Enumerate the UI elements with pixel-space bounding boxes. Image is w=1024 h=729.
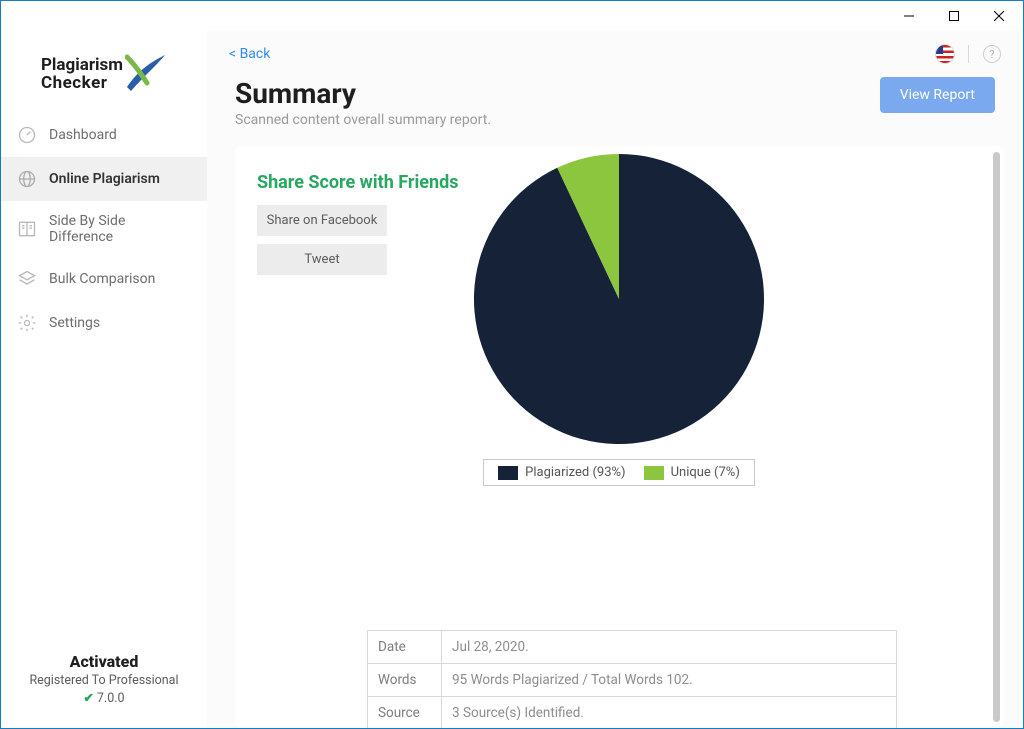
layers-icon [17, 269, 37, 289]
sidebar-item-label: Side By Side Difference [49, 213, 191, 245]
sidebar-item-settings[interactable]: Settings [1, 301, 207, 345]
swatch-icon [498, 466, 518, 480]
table-row: Source3 Source(s) Identified. [368, 697, 897, 729]
logo-swoosh-icon [125, 53, 167, 93]
main-content: < Back ? Summary Scanned content overall… [207, 31, 1023, 728]
help-button[interactable]: ? [983, 45, 1001, 63]
summary-card: Share Score with Friends Share on Facebo… [235, 146, 1003, 728]
topbar: < Back ? [207, 31, 1023, 77]
divider [968, 45, 969, 63]
minimize-button[interactable] [886, 1, 931, 31]
maximize-button[interactable] [931, 1, 976, 31]
sidebar-item-label: Dashboard [49, 127, 117, 143]
gear-icon [17, 313, 37, 333]
sidebar: Plagiarism Checker Da [1, 31, 207, 728]
sidebar-item-label: Settings [49, 315, 100, 331]
sidebar-item-side-by-side[interactable]: Side By Side Difference [1, 201, 207, 257]
sidebar-item-label: Bulk Comparison [49, 271, 155, 287]
check-icon: ✔ [83, 691, 93, 706]
close-button[interactable] [976, 1, 1021, 31]
table-row: DateJul 28, 2020. [368, 631, 897, 664]
registration-tier: Registered To Professional [1, 673, 207, 688]
activation-status: Activated [1, 652, 207, 671]
page-title: Summary [235, 77, 491, 110]
back-link[interactable]: < Back [229, 46, 270, 62]
logo-line2: Checker [41, 75, 123, 93]
chart-legend: Plagiarized (93%) Unique (7%) [483, 459, 755, 486]
globe-icon [17, 169, 37, 189]
app-logo: Plagiarism Checker [1, 31, 207, 107]
legend-plagiarized: Plagiarized (93%) [498, 465, 625, 480]
legend-unique: Unique (7%) [644, 465, 740, 480]
sidebar-item-online-plagiarism[interactable]: Online Plagiarism [1, 157, 207, 201]
columns-icon [17, 219, 37, 239]
sidebar-item-dashboard[interactable]: Dashboard [1, 113, 207, 157]
language-flag-icon[interactable] [936, 45, 954, 63]
summary-table: DateJul 28, 2020. Words95 Words Plagiari… [367, 630, 897, 728]
page-subtitle: Scanned content overall summary report. [235, 112, 491, 128]
app-version: ✔7.0.0 [1, 690, 207, 706]
window-titlebar [1, 1, 1023, 31]
sidebar-item-bulk-comparison[interactable]: Bulk Comparison [1, 257, 207, 301]
gauge-icon [17, 125, 37, 145]
table-row: Words95 Words Plagiarized / Total Words … [368, 664, 897, 697]
swatch-icon [644, 466, 664, 480]
sidebar-item-label: Online Plagiarism [49, 171, 160, 187]
sidebar-footer: Activated Registered To Professional ✔7.… [1, 652, 207, 728]
sidebar-nav: Dashboard Online Plagiarism Side By Side… [1, 113, 207, 345]
view-report-button[interactable]: View Report [880, 77, 995, 113]
pie-chart: Plagiarized (93%) Unique (7%) [235, 146, 1003, 486]
